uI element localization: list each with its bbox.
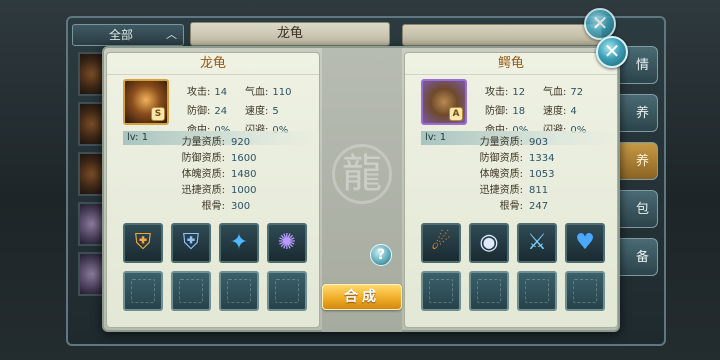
empty-skill-slot[interactable] <box>565 271 605 311</box>
grade-badge: S <box>151 107 165 121</box>
skill-grid-right: ☄ ◉ ⚔ ♥ <box>421 223 611 311</box>
stat-hp: 气血: 72 <box>543 87 584 98</box>
dragon-turtle-portrait[interactable]: S <box>123 79 169 125</box>
skill-slot[interactable]: ◉ <box>469 223 509 263</box>
stat-hp: 气血: 110 <box>245 87 292 98</box>
synthesis-dialog: 龙龟 S 攻击:14 气血:110 防御:24 速度:5 命中:0% 闪避:0%… <box>102 46 621 332</box>
aptitude-strength: 力量资质: 903 <box>479 137 549 148</box>
empty-skill-slot[interactable] <box>517 271 557 311</box>
pet-name-left: 龙龟 <box>107 53 319 75</box>
background-header-right <box>402 24 602 46</box>
dialog-close-button[interactable]: ✕ <box>596 36 628 68</box>
stats-grid: 攻击:12 气血:72 防御:18 速度:4 命中:0% 闪避:0% <box>485 83 615 136</box>
skill-slot[interactable]: ☄ <box>421 223 461 263</box>
blue-beast-icon: ✦ <box>229 230 249 255</box>
aptitude-agility: 迅捷资质: 811 <box>479 185 549 196</box>
dragon-emblem-icon: 龍 <box>332 144 392 204</box>
pet-panel-right: 鳄龟 A 攻击:12 气血:72 防御:18 速度:4 命中:0% 闪避:0% … <box>404 52 621 328</box>
aptitude-physique: 体魄资质: 1053 <box>479 169 555 180</box>
background-pet-name: 龙龟 <box>190 22 390 46</box>
aptitude-list: 力量资质: 920 防御资质: 1600 体魄资质: 1480 迅捷资质: 1000 根… <box>169 135 319 215</box>
stat-defense: 防御: 18 <box>485 106 526 117</box>
empty-skill-slot[interactable] <box>123 271 163 311</box>
help-button[interactable]: ? <box>370 244 392 266</box>
aptitude-root: 根骨: 300 <box>201 201 251 212</box>
empty-skill-slot[interactable] <box>267 271 307 311</box>
aptitude-defense: 防御资质: 1334 <box>479 153 555 164</box>
filter-label: 全部 <box>109 28 134 42</box>
skill-slot[interactable]: ⛨ <box>123 223 163 263</box>
pet-name-right: 鳄龟 <box>405 53 617 75</box>
filter-dropdown[interactable]: 全部 ︿ <box>72 24 184 46</box>
stat-defense: 防御: 24 <box>187 106 228 117</box>
skill-slot[interactable]: ⛨ <box>171 223 211 263</box>
close-icon: ✕ <box>603 39 621 63</box>
skill-slot[interactable]: ✦ <box>219 223 259 263</box>
stats-grid: 攻击:14 气血:110 防御:24 速度:5 命中:0% 闪避:0% <box>187 83 317 136</box>
chevron-up-icon: ︿ <box>166 28 177 41</box>
aptitude-physique: 体魄资质: 1480 <box>181 169 257 180</box>
purple-orb-icon: ✺ <box>277 230 297 255</box>
aptitude-defense: 防御资质: 1600 <box>181 153 257 164</box>
synthesize-button[interactable]: 合成 <box>322 284 402 310</box>
shield-blue-icon: ⛨ <box>182 230 200 255</box>
stat-speed: 速度: 4 <box>543 106 577 117</box>
skill-slot[interactable]: ⚔ <box>517 223 557 263</box>
blue-sword-icon: ⚔ <box>527 230 547 255</box>
white-orb-icon: ◉ <box>479 230 499 255</box>
shield-fire-icon: ⛨ <box>134 230 152 255</box>
empty-skill-slot[interactable] <box>219 271 259 311</box>
blue-heart-icon: ♥ <box>575 230 595 255</box>
skill-slot[interactable]: ✺ <box>267 223 307 263</box>
skill-grid-left: ⛨ ⛨ ✦ ✺ <box>123 223 313 311</box>
stat-speed: 速度: 5 <box>245 106 279 117</box>
stat-attack: 攻击: 14 <box>187 87 228 98</box>
aptitude-list: 力量资质: 903 防御资质: 1334 体魄资质: 1053 迅捷资质: 811 根骨… <box>467 135 617 215</box>
skill-slot[interactable]: ♥ <box>565 223 605 263</box>
aptitude-root: 根骨: 247 <box>499 201 549 212</box>
close-icon: ✕ <box>591 11 609 35</box>
aptitude-agility: 迅捷资质: 1000 <box>181 185 257 196</box>
fire-beast-icon: ☄ <box>431 230 451 255</box>
grade-badge: A <box>449 107 463 121</box>
pet-panel-left: 龙龟 S 攻击:14 气血:110 防御:24 速度:5 命中:0% 闪避:0%… <box>106 52 323 328</box>
empty-skill-slot[interactable] <box>171 271 211 311</box>
aptitude-strength: 力量资质: 920 <box>181 137 251 148</box>
empty-skill-slot[interactable] <box>421 271 461 311</box>
snapping-turtle-portrait[interactable]: A <box>421 79 467 125</box>
stat-attack: 攻击: 12 <box>485 87 526 98</box>
empty-skill-slot[interactable] <box>469 271 509 311</box>
center-column: 龍 ? 合成 <box>322 48 402 332</box>
